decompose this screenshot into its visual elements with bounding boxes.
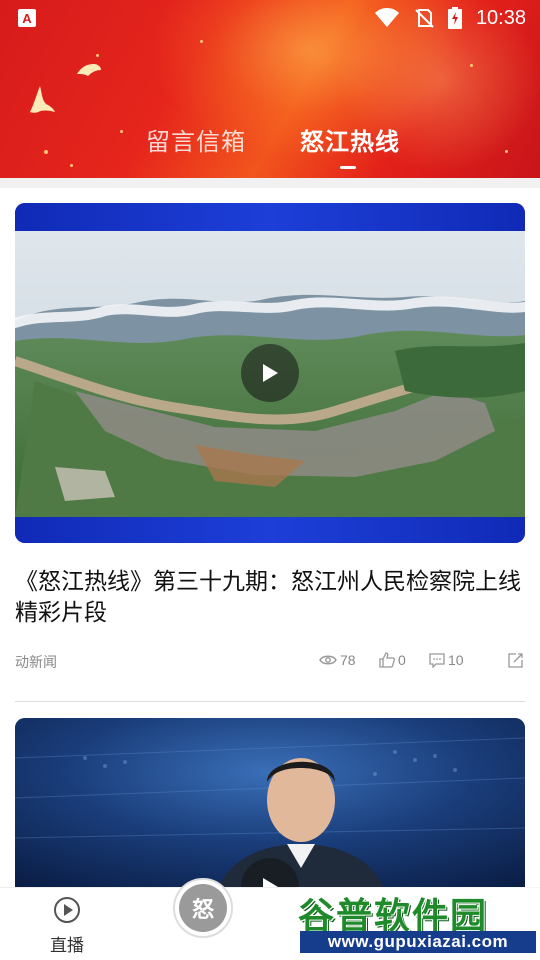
status-time: 10:38 bbox=[475, 6, 526, 29]
view-count-value: 78 bbox=[340, 652, 356, 668]
dove-icon bbox=[30, 86, 55, 113]
video-frame-band-top bbox=[15, 203, 525, 231]
article-title[interactable]: 《怒江热线》第三十九期：怒江州人民检察院上线精彩片段 bbox=[15, 566, 527, 628]
live-play-icon bbox=[54, 897, 80, 923]
sparkle-dot bbox=[200, 40, 203, 43]
sparkle-dot bbox=[470, 64, 473, 67]
watermark-url: www.gupuxiazai.com bbox=[300, 931, 536, 953]
no-sim-icon bbox=[415, 9, 434, 28]
video-frame-band-bottom bbox=[15, 517, 525, 543]
article-meta: 动新闻 78 0 10 bbox=[15, 650, 525, 672]
article-separator bbox=[15, 701, 525, 702]
eye-icon bbox=[319, 655, 337, 665]
tab-message-box[interactable]: 留言信箱 bbox=[146, 122, 246, 157]
app-notification-icon: A bbox=[18, 9, 36, 27]
wifi-icon bbox=[374, 8, 399, 27]
article-source: 动新闻 bbox=[15, 654, 57, 670]
header-banner: A 10:38 留言信箱 怒江热线 bbox=[0, 0, 540, 178]
play-button[interactable] bbox=[241, 344, 299, 402]
thumbs-up-icon bbox=[379, 652, 395, 668]
dove-icon bbox=[77, 64, 101, 76]
comment-count-value: 10 bbox=[448, 652, 464, 668]
sparkle-dot bbox=[96, 54, 99, 57]
like-count-value: 0 bbox=[398, 652, 406, 668]
nav-live-label: 直播 bbox=[50, 936, 84, 955]
tab-nujiang-hotline[interactable]: 怒江热线 bbox=[300, 122, 400, 157]
status-bar: A 10:38 bbox=[0, 0, 540, 36]
view-count: 78 bbox=[319, 652, 356, 668]
nav-center-logo: 怒 bbox=[179, 884, 227, 932]
battery-charging-icon bbox=[447, 7, 462, 29]
active-tab-indicator bbox=[340, 166, 356, 169]
video-thumbnail[interactable] bbox=[15, 718, 525, 898]
nav-live[interactable]: 直播 bbox=[44, 896, 90, 956]
nav-center-button[interactable]: 怒 bbox=[173, 878, 233, 938]
comment-count[interactable]: 10 bbox=[429, 652, 464, 668]
share-icon[interactable] bbox=[507, 652, 524, 668]
section-divider bbox=[0, 178, 540, 188]
play-icon bbox=[263, 364, 278, 382]
like-count[interactable]: 0 bbox=[379, 652, 406, 668]
video-thumbnail[interactable] bbox=[15, 203, 525, 543]
watermark: 谷普软件园 www.gupuxiazai.com bbox=[296, 887, 540, 960]
comment-icon bbox=[429, 652, 445, 668]
tab-bar: 留言信箱 怒江热线 bbox=[0, 118, 540, 178]
